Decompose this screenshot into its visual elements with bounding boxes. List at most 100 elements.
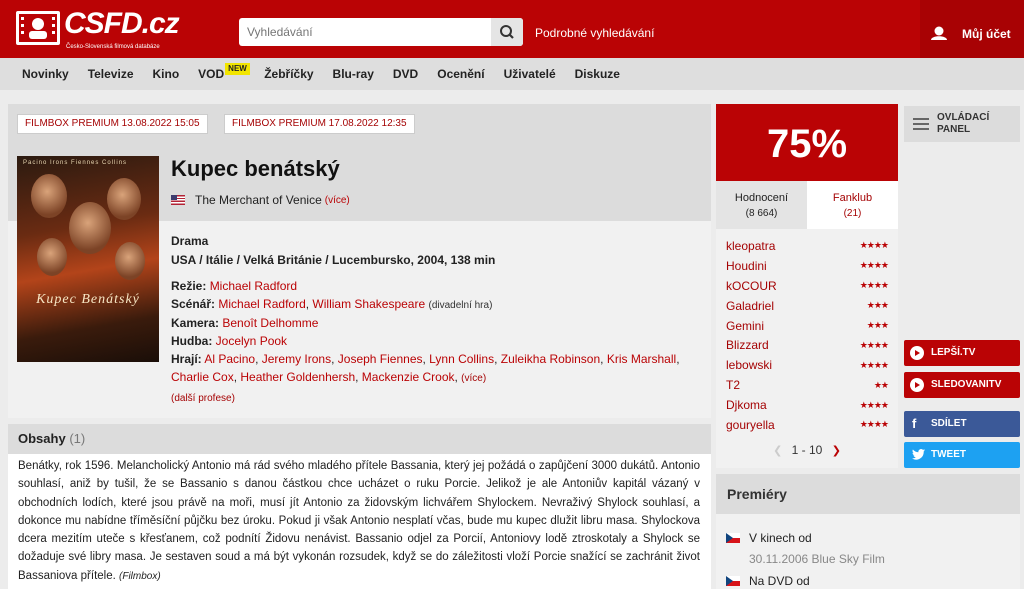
facebook-share-button[interactable]: f SDÍLET — [904, 411, 1020, 437]
nav-uzivatele[interactable]: Uživatelé — [504, 58, 556, 90]
tab-ratings-label: Hodnocení — [734, 192, 789, 204]
writer-note: (divadelní hra) — [428, 300, 493, 311]
list-item: Houdini ★★★★ — [726, 256, 889, 276]
tv-tag[interactable]: FILMBOX PREMIUM 13.08.2022 15:05 — [17, 114, 208, 134]
user-link[interactable]: kleopatra — [726, 239, 775, 253]
writer-link[interactable]: William Shakespeare — [312, 297, 425, 311]
nav-vod[interactable]: VOD NEW — [198, 58, 250, 90]
sledovani-tv-label: SLEDOVANITV — [931, 379, 1002, 390]
account-button[interactable]: Můj účet — [920, 0, 1024, 58]
premiere-cinema-row: V kinech od — [726, 531, 812, 545]
poster-cast-names: Pacino Irons Fiennes Collins — [23, 160, 128, 166]
cast-link[interactable]: Kris Marshall — [607, 352, 676, 366]
camera-link[interactable]: Benoît Delhomme — [222, 316, 318, 330]
synopsis-text: Benátky, rok 1596. Melancholický Antonio… — [18, 457, 700, 586]
tab-fanclub-label: Fanklub — [832, 192, 873, 204]
film-title: Kupec benátský — [171, 156, 340, 181]
writer-link[interactable]: Michael Radford — [218, 297, 305, 311]
nav-televize[interactable]: Televize — [88, 58, 134, 90]
tab-ratings[interactable]: Hodnocení (8 664) — [716, 181, 807, 229]
user-link[interactable]: T2 — [726, 378, 740, 392]
more-professions-link[interactable]: (další profese) — [171, 393, 235, 404]
cast-link[interactable]: Charlie Cox — [171, 370, 234, 384]
synopsis-section: Obsahy (1) Benátky, rok 1596. Melancholi… — [8, 424, 711, 589]
cast-more-link[interactable]: (více) — [461, 373, 486, 384]
synopsis-heading: Obsahy — [18, 431, 66, 446]
tweet-button[interactable]: TWEET — [904, 442, 1020, 468]
sledovani-tv-button[interactable]: SLEDOVANITV — [904, 372, 1020, 398]
advanced-search-link[interactable]: Podrobné vyhledávání — [535, 26, 654, 40]
cast-link[interactable]: Al Pacino — [204, 352, 255, 366]
user-link[interactable]: kOCOUR — [726, 279, 777, 293]
search-button[interactable] — [491, 18, 523, 46]
cast-link[interactable]: Joseph Fiennes — [338, 352, 423, 366]
control-panel-button[interactable]: OVLÁDACÍ PANEL — [904, 106, 1020, 142]
user-link[interactable]: gouryella — [726, 418, 775, 432]
account-label: Můj účet — [962, 27, 1011, 41]
director-link[interactable]: Michael Radford — [210, 279, 297, 293]
poster-face — [69, 202, 111, 254]
camera-row: Kamera: Benoît Delhomme — [171, 314, 701, 332]
site-logo[interactable]: CSFD.cz Česko-Slovenská filmová databáze — [16, 7, 180, 51]
cast-link[interactable]: Jeremy Irons — [262, 352, 331, 366]
user-ratings-list: kleopatra ★★★★ Houdini ★★★★ kOCOUR ★★★★ Gal… — [726, 236, 889, 435]
more-titles-link[interactable]: (více) — [325, 195, 350, 206]
user-link[interactable]: Djkoma — [726, 398, 767, 412]
facebook-icon: f — [912, 416, 917, 431]
list-item: kOCOUR ★★★★ — [726, 276, 889, 296]
search-input[interactable] — [239, 18, 491, 46]
tv-tag[interactable]: FILMBOX PREMIUM 17.08.2022 12:35 — [224, 114, 415, 134]
stars-icon: ★★★★ — [859, 399, 889, 410]
premieres-heading: Premiéry — [716, 474, 1020, 514]
lepsi-tv-button[interactable]: LEPŠÍ.TV — [904, 340, 1020, 366]
logo-subtitle: Česko-Slovenská filmová databáze — [66, 44, 160, 50]
music-row: Hudba: Jocelyn Pook — [171, 332, 701, 350]
poster-face — [107, 178, 141, 220]
director-row: Režie: Michael Radford — [171, 277, 701, 295]
main-nav: Novinky Televize Kino VOD NEW Žebříčky Bl… — [0, 58, 1024, 90]
menu-icon — [913, 118, 929, 130]
user-link[interactable]: Houdini — [726, 259, 767, 273]
nav-zebricky[interactable]: Žebříčky — [264, 58, 313, 90]
nav-bluray[interactable]: Blu-ray — [333, 58, 374, 90]
film-box: FILMBOX PREMIUM 13.08.2022 15:05 FILMBOX… — [8, 104, 711, 418]
nav-dvd[interactable]: DVD — [393, 58, 418, 90]
premiere-cinema-date: 30.11.2006 Blue Sky Film — [749, 552, 885, 566]
lepsi-tv-label: LEPŠÍ.TV — [931, 347, 976, 358]
tweet-label: TWEET — [931, 449, 966, 460]
tab-ratings-count: (8 664) — [745, 208, 778, 219]
stars-icon: ★★★ — [866, 320, 889, 330]
film-genre: Drama — [171, 234, 209, 248]
film-poster[interactable]: Pacino Irons Fiennes Collins Kupec Benát… — [17, 156, 159, 362]
rating-panel: Hodnocení (8 664) Fanklub (21) kleopatra… — [716, 181, 898, 468]
premiere-dvd-row: Na DVD od — [726, 574, 810, 588]
music-link[interactable]: Jocelyn Pook — [216, 334, 287, 348]
writer-row: Scénář: Michael Radford, William Shakesp… — [171, 297, 493, 311]
music-label: Hudba: — [171, 334, 213, 348]
nav-novinky[interactable]: Novinky — [22, 58, 69, 90]
user-link[interactable]: Blizzard — [726, 338, 769, 352]
user-link[interactable]: Gemini — [726, 319, 764, 333]
logo-film-icon — [16, 11, 60, 45]
list-item: lebowski ★★★★ — [726, 355, 889, 375]
cast-label: Hrají: — [171, 352, 202, 366]
next-page-icon[interactable]: ❯ — [832, 445, 841, 457]
user-icon — [931, 26, 947, 40]
nav-kino[interactable]: Kino — [153, 58, 180, 90]
stars-icon: ★★ — [873, 379, 889, 390]
cast-link[interactable]: Mackenzie Crook — [362, 370, 455, 384]
tab-fanclub[interactable]: Fanklub (21) — [807, 181, 898, 229]
rating-percent: 75% — [716, 104, 898, 181]
user-link[interactable]: Galadriel — [726, 299, 774, 313]
more-professions-row: (další profese) — [171, 388, 701, 408]
logo-wordmark: CSFD.cz — [64, 7, 180, 40]
list-item: T2 ★★ — [726, 375, 889, 395]
cast-link[interactable]: Zuleikha Robinson — [501, 352, 600, 366]
nav-diskuze[interactable]: Diskuze — [575, 58, 620, 90]
user-link[interactable]: lebowski — [726, 358, 772, 372]
cast-link[interactable]: Lynn Collins — [429, 352, 494, 366]
tab-fanclub-count: (21) — [843, 208, 862, 219]
director-label: Režie: — [171, 279, 207, 293]
nav-oceneni[interactable]: Ocenění — [437, 58, 484, 90]
cast-link[interactable]: Heather Goldenhersh — [240, 370, 355, 384]
